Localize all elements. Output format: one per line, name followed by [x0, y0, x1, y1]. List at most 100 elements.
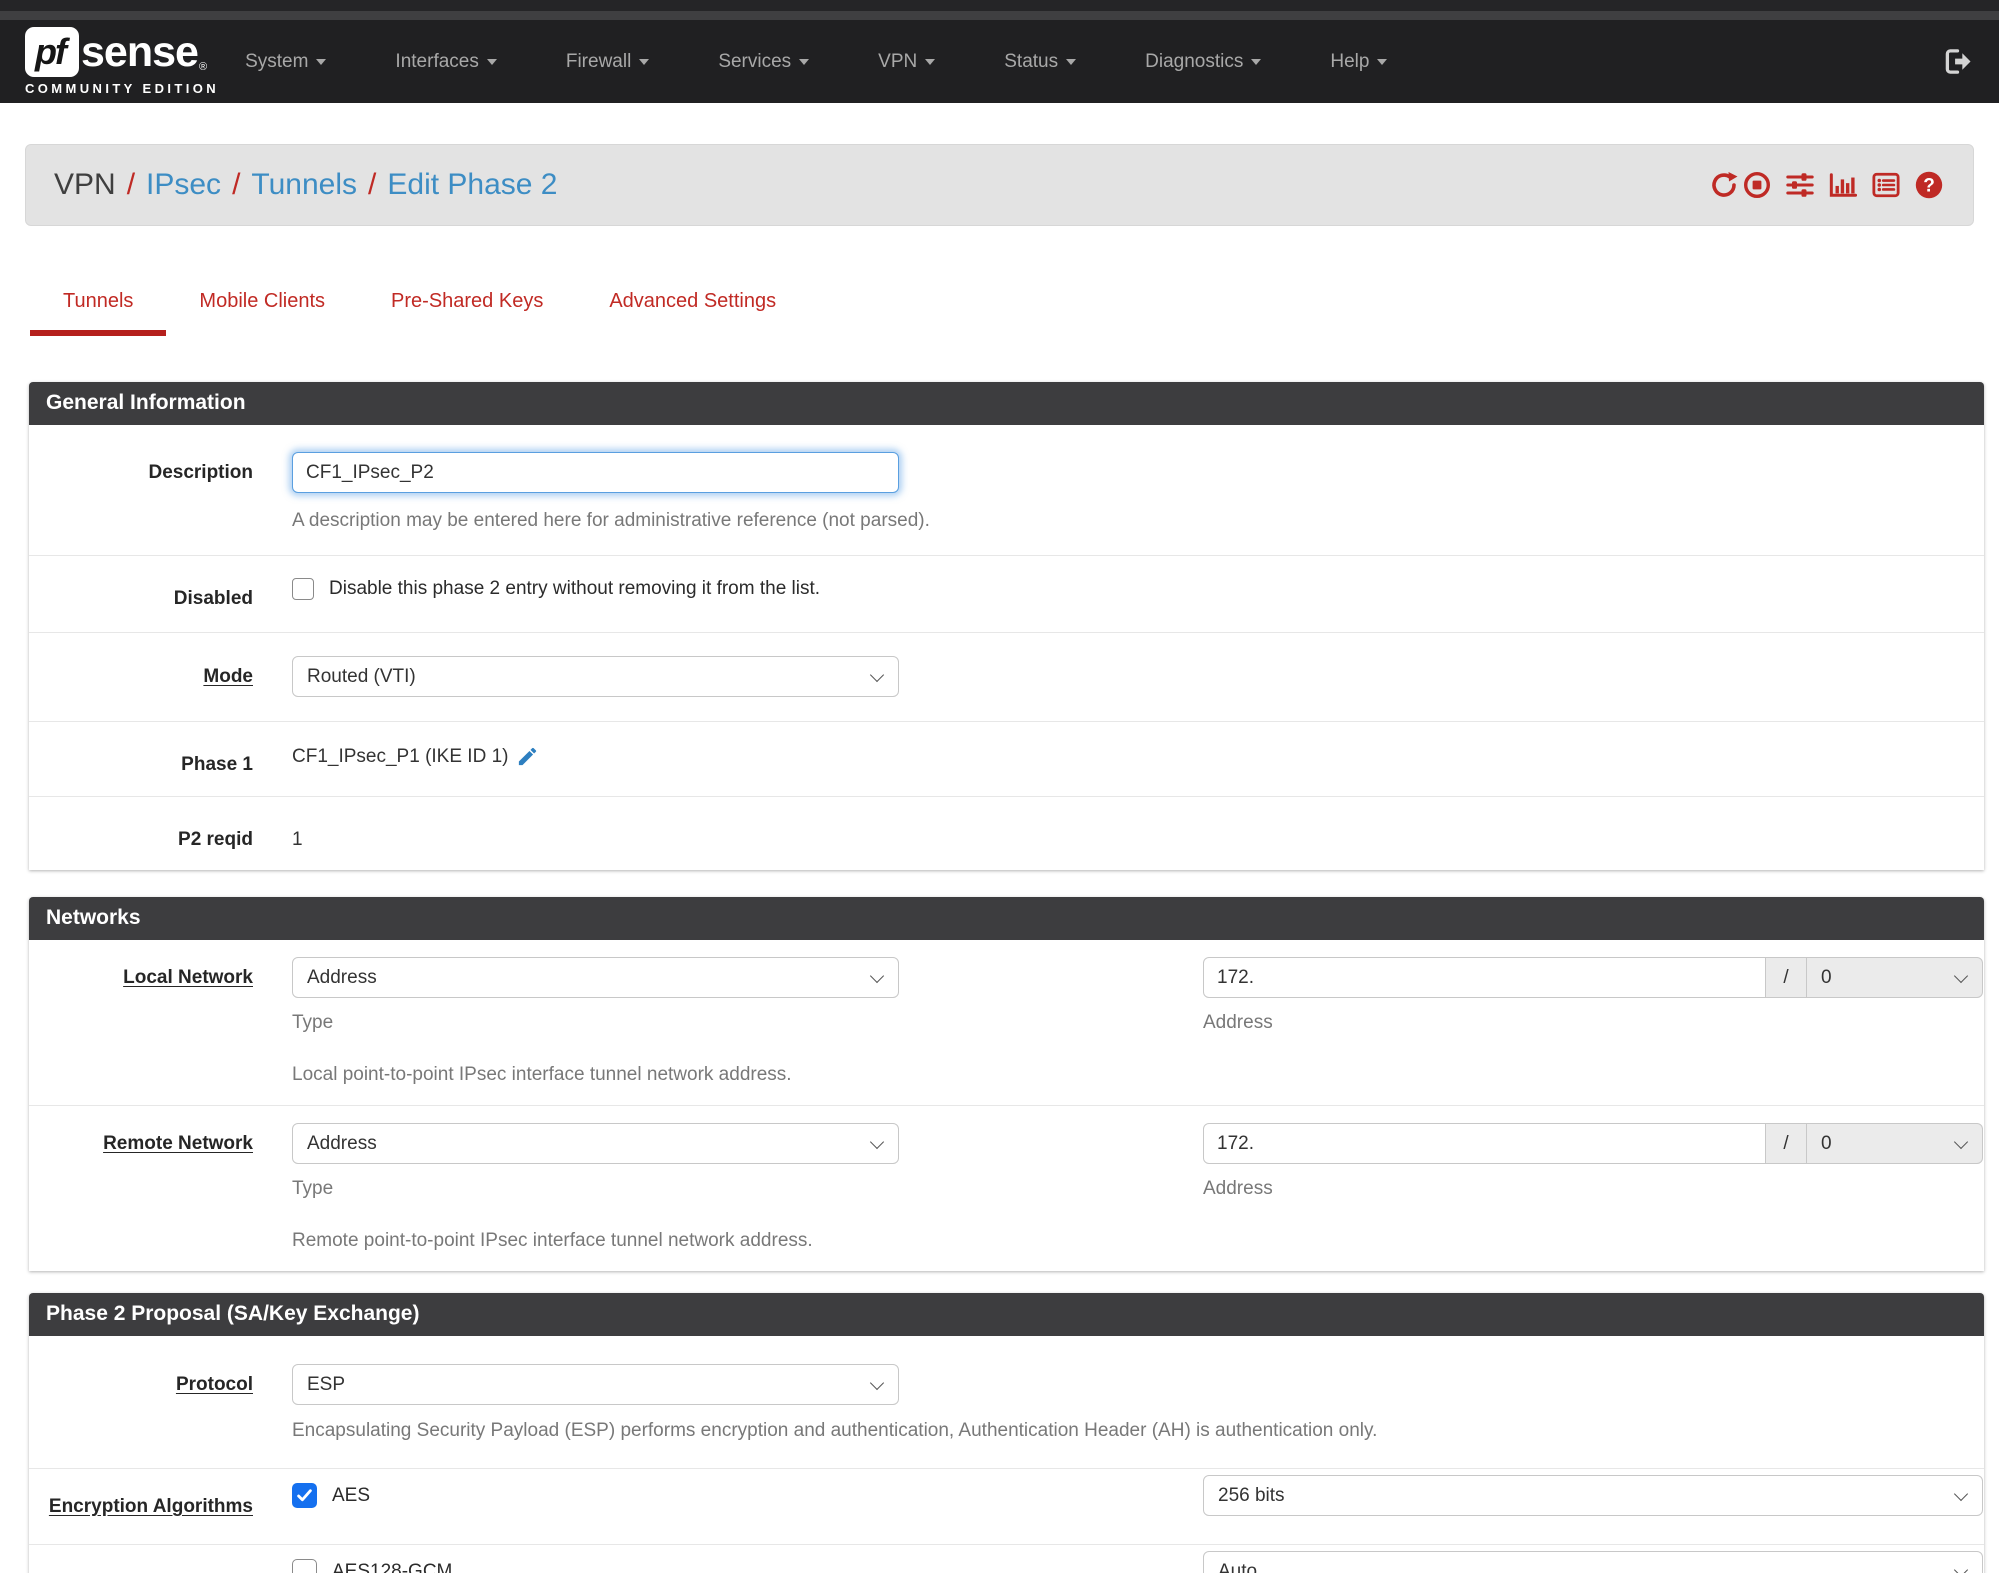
aes-keylen-select[interactable]: 256 bits	[1203, 1475, 1983, 1516]
remote-mask-select[interactable]: 0	[1807, 1123, 1983, 1164]
chevron-down-icon	[1251, 58, 1262, 65]
networks-section: Networks Local Network Address Type / 0	[29, 897, 1984, 1271]
phase1-row: Phase 1 CF1_IPsec_P1 (IKE ID 1)	[29, 722, 1984, 797]
breadcrumb-link-edit-phase-2[interactable]: Edit Phase 2	[387, 168, 557, 202]
brand-name: sense	[81, 27, 199, 76]
menu-vpn[interactable]: VPN	[878, 51, 936, 73]
breadcrumb-link-tunnels[interactable]: Tunnels	[251, 168, 357, 202]
encryption-aes-row: Encryption Algorithms AES 256 bits	[29, 1469, 1984, 1545]
aes-checkbox[interactable]	[292, 1483, 317, 1508]
remote-network-help: Remote point-to-point IPsec interface tu…	[292, 1230, 813, 1251]
breadcrumb-separator: /	[232, 168, 241, 201]
edit-phase1-button[interactable]	[516, 745, 539, 768]
remote-network-type-select[interactable]: Address	[292, 1123, 899, 1164]
local-type-help: Type	[292, 1012, 334, 1033]
disabled-checkbox-label: Disable this phase 2 entry without remov…	[329, 578, 821, 599]
p2reqid-value: 1	[292, 829, 303, 850]
chevron-down-icon	[639, 58, 650, 65]
breadcrumb-bar: VPN / IPsec / Tunnels / Edit Phase 2 ?	[25, 144, 1974, 226]
aes128gcm-checkbox[interactable]	[292, 1559, 317, 1573]
logout-button[interactable]	[1944, 48, 1971, 75]
description-input[interactable]	[292, 452, 899, 493]
pfsense-logo[interactable]: pf sense ® COMMUNITY EDITION	[25, 27, 219, 96]
section-title-general: General Information	[29, 382, 1984, 425]
help-icon[interactable]: ?	[1915, 171, 1943, 199]
protocol-select[interactable]: ESP	[292, 1364, 899, 1405]
p2reqid-label: P2 reqid	[178, 829, 253, 850]
menu-status[interactable]: Status	[1004, 51, 1077, 73]
remote-type-help: Type	[292, 1178, 334, 1199]
disabled-checkbox[interactable]	[292, 578, 314, 600]
stop-icon[interactable]	[1743, 171, 1771, 199]
menu-diagnostics[interactable]: Diagnostics	[1145, 51, 1262, 73]
window-top-strip	[0, 0, 1999, 11]
chevron-down-icon	[799, 58, 810, 65]
encryption-aes128gcm-row: AES128-GCM Auto	[29, 1545, 1984, 1573]
local-mask-select[interactable]: 0	[1807, 957, 1983, 998]
breadcrumb: VPN / IPsec / Tunnels / Edit Phase 2	[54, 168, 558, 202]
page-action-icons: ?	[1710, 171, 1943, 199]
remote-address-input[interactable]	[1203, 1123, 1766, 1164]
menu-services[interactable]: Services	[718, 51, 810, 73]
phase1-value: CF1_IPsec_P1 (IKE ID 1)	[292, 745, 509, 767]
slash-addon: /	[1766, 1123, 1807, 1164]
remote-address-help: Address	[1203, 1178, 1273, 1199]
log-icon[interactable]	[1872, 171, 1900, 199]
tab-tunnels[interactable]: Tunnels	[30, 290, 167, 336]
mode-row: Mode Routed (VTI)	[29, 633, 1984, 722]
description-label: Description	[148, 462, 253, 483]
sign-out-icon	[1945, 49, 1971, 74]
chevron-down-icon	[316, 58, 327, 65]
local-network-type-select[interactable]: Address	[292, 957, 899, 998]
general-information-section: General Information Description A descri…	[29, 382, 1984, 870]
disabled-label: Disabled	[173, 588, 253, 609]
chevron-down-icon	[486, 58, 497, 65]
disabled-row: Disabled Disable this phase 2 entry with…	[29, 556, 1984, 633]
chevron-down-icon	[1377, 58, 1388, 65]
registered-mark: ®	[198, 61, 208, 73]
phase2-proposal-section: Phase 2 Proposal (SA/Key Exchange) Proto…	[29, 1293, 1984, 1573]
description-help: A description may be entered here for ad…	[292, 510, 930, 531]
description-row: Description A description may be entered…	[29, 425, 1984, 556]
protocol-label: Protocol	[175, 1374, 253, 1395]
protocol-help: Encapsulating Security Payload (ESP) per…	[292, 1420, 1378, 1441]
sliders-icon[interactable]	[1786, 171, 1814, 199]
mode-label: Mode	[203, 666, 253, 687]
main-menu: System Interfaces Firewall Services VPN …	[245, 51, 1388, 73]
chevron-down-icon	[925, 58, 936, 65]
chart-bar-icon[interactable]	[1829, 171, 1857, 199]
encryption-algorithms-label: Encryption Algorithms	[48, 1496, 253, 1517]
browser-tab-strip	[0, 11, 1999, 20]
refresh-icon[interactable]	[1710, 171, 1738, 199]
aes-checkbox-label: AES	[332, 1484, 371, 1506]
slash-addon: /	[1766, 957, 1807, 998]
section-title-proposal: Phase 2 Proposal (SA/Key Exchange)	[29, 1293, 1984, 1336]
p2reqid-row: P2 reqid 1	[29, 797, 1984, 870]
breadcrumb-separator: /	[126, 168, 136, 201]
chevron-down-icon	[1066, 58, 1077, 65]
page-tabs: Tunnels Mobile Clients Pre-Shared Keys A…	[30, 290, 1999, 336]
aes128gcm-checkbox-label: AES128-GCM	[332, 1560, 453, 1573]
phase1-label: Phase 1	[181, 754, 253, 775]
breadcrumb-separator: /	[368, 168, 377, 201]
local-network-help: Local point-to-point IPsec interface tun…	[292, 1064, 792, 1085]
community-edition-label: COMMUNITY EDITION	[25, 81, 220, 96]
pencil-icon	[519, 747, 537, 766]
pf-logo-tile: pf	[25, 27, 79, 77]
protocol-row: Protocol ESP Encapsulating Security Payl…	[29, 1336, 1984, 1469]
tab-pre-shared-keys[interactable]: Pre-Shared Keys	[358, 290, 576, 336]
tab-advanced-settings[interactable]: Advanced Settings	[576, 290, 809, 336]
remote-network-label: Remote Network	[103, 1133, 253, 1154]
menu-system[interactable]: System	[245, 51, 327, 73]
local-network-row: Local Network Address Type / 0 Address	[29, 940, 1984, 1106]
mode-select[interactable]: Routed (VTI)	[292, 656, 899, 697]
menu-firewall[interactable]: Firewall	[566, 51, 650, 73]
breadcrumb-current: VPN	[54, 168, 116, 201]
menu-interfaces[interactable]: Interfaces	[395, 51, 497, 73]
local-address-input[interactable]	[1203, 957, 1766, 998]
local-network-label: Local Network	[123, 967, 253, 988]
menu-help[interactable]: Help	[1330, 51, 1388, 73]
tab-mobile-clients[interactable]: Mobile Clients	[166, 290, 358, 336]
aes128gcm-keylen-select[interactable]: Auto	[1203, 1551, 1983, 1573]
breadcrumb-link-ipsec[interactable]: IPsec	[146, 168, 221, 202]
